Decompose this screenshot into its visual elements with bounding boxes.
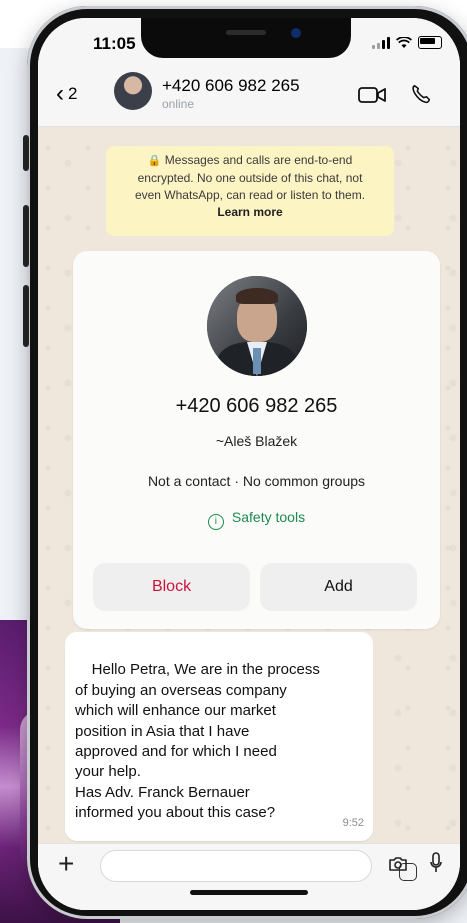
incoming-message[interactable]: Hello Petra, We are in the process of bu… xyxy=(65,632,373,841)
encryption-line-1: Messages and calls are end-to-end xyxy=(164,153,353,167)
video-camera-icon[interactable] xyxy=(358,86,386,104)
battery-icon xyxy=(418,36,442,49)
add-button[interactable]: Add xyxy=(260,563,417,611)
safety-tools-link[interactable]: i Safety tools xyxy=(73,509,440,530)
microphone-icon[interactable] xyxy=(430,852,442,874)
home-indicator xyxy=(190,890,308,895)
learn-more-link[interactable]: Learn more xyxy=(106,204,394,221)
chat-header: ‹ 2 +420 606 982 265 online xyxy=(38,66,460,127)
message-time: 9:52 xyxy=(342,816,364,829)
contact-avatar[interactable] xyxy=(207,276,307,376)
contact-number[interactable]: +420 606 982 265 xyxy=(162,76,300,96)
chevron-left-icon: ‹ xyxy=(56,80,64,107)
back-button[interactable]: ‹ 2 xyxy=(56,80,78,107)
message-input[interactable] xyxy=(100,850,417,882)
wifi-icon xyxy=(396,36,412,48)
info-icon: i xyxy=(207,514,224,530)
encryption-notice[interactable]: 🔒 Messages and calls are end-to-end encr… xyxy=(106,146,394,236)
phone-volume-down-button xyxy=(23,285,29,347)
encryption-line-2: encrypted. No one outside of this chat, … xyxy=(137,171,363,185)
safety-tools-label: Safety tools xyxy=(231,509,306,525)
contact-info-card: +420 606 982 265 ~Aleš Blažek Not a cont… xyxy=(73,251,440,629)
phone-notch xyxy=(141,18,351,58)
status-time: 11:05 xyxy=(93,34,136,53)
status-icons xyxy=(372,36,442,49)
message-input-bar: + xyxy=(38,843,460,910)
contact-status: online xyxy=(162,97,195,111)
lock-icon: 🔒 xyxy=(147,155,162,167)
camera-icon[interactable] xyxy=(388,856,408,872)
phone-icon[interactable] xyxy=(410,82,432,106)
phone-side-button xyxy=(23,135,29,171)
card-phone-number: +420 606 982 265 xyxy=(175,395,338,417)
block-button[interactable]: Block xyxy=(93,563,250,611)
unread-count: 2 xyxy=(68,84,78,103)
message-text: Hello Petra, We are in the process of bu… xyxy=(75,661,320,822)
phone-screen: 11:05 ‹ 2 +420 606 982 265 online 🔒 Mess… xyxy=(38,18,460,910)
signal-icon xyxy=(372,36,390,49)
phone-volume-up-button xyxy=(23,205,29,267)
header-avatar[interactable] xyxy=(114,72,152,110)
encryption-line-3: even WhatsApp, can read or listen to the… xyxy=(134,188,366,202)
plus-icon[interactable]: + xyxy=(58,848,74,880)
card-contact-name: ~Aleš Blažek xyxy=(215,433,298,449)
card-contact-info: Not a contact · No common groups xyxy=(147,473,366,489)
